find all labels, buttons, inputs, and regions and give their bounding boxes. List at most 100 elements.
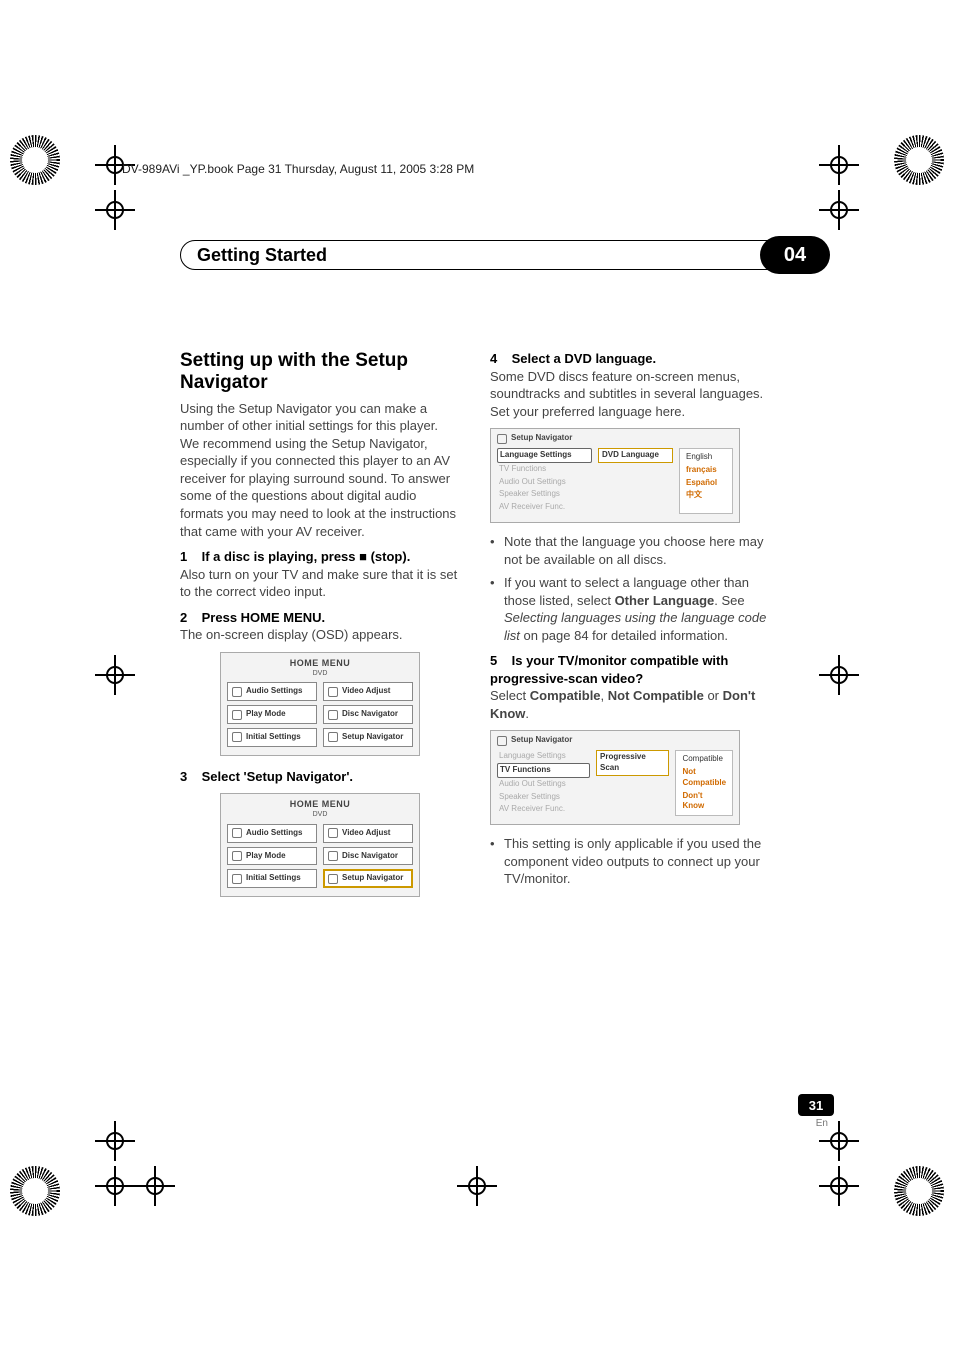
home-menu-subtitle: DVD [227, 669, 413, 678]
home-menu-title: HOME MENU [227, 657, 413, 669]
option-chinese: 中文 [684, 489, 728, 502]
home-menu-title: HOME MENU [227, 798, 413, 810]
option-compatible: Compatible [680, 753, 728, 766]
nav-mid: DVD Language [598, 448, 673, 514]
compass-icon [328, 732, 338, 742]
option-dont-know: Don't Know [680, 790, 728, 814]
play-icon [232, 710, 242, 720]
option-espanol: Español [684, 477, 728, 490]
menu-item-video-adjust: Video Adjust [323, 824, 413, 843]
crosshair-mark [819, 655, 859, 695]
monitor-icon [328, 687, 338, 697]
menu-item-audio-settings: Audio Settings [227, 682, 317, 701]
step-title: Select a DVD language. [512, 351, 657, 366]
nav-right-options: English français Español 中文 [679, 448, 733, 514]
menu-item-initial-settings: Initial Settings [227, 869, 317, 888]
gear-icon [232, 732, 242, 742]
menu-item-audio-settings: Audio Settings [227, 824, 317, 843]
registration-mark [0, 1156, 70, 1226]
step-title: Is your TV/monitor compatible with progr… [490, 653, 728, 686]
step-4: 4 Select a DVD language. [490, 350, 770, 368]
right-column: 4 Select a DVD language. Some DVD discs … [490, 350, 770, 888]
home-menu-screenshot: HOME MENU DVD Audio Settings Video Adjus… [220, 652, 420, 756]
crosshair-mark [819, 145, 859, 185]
nav-item-tv-functions: TV Functions [497, 463, 592, 476]
play-icon [232, 851, 242, 861]
crosshair-mark [95, 1166, 135, 1206]
dvd-language-chip: DVD Language [598, 448, 673, 463]
step-number: 4 [490, 350, 508, 368]
step-number: 2 [180, 609, 198, 627]
nav-item-tv-functions: TV Functions [497, 763, 590, 778]
compass-icon [328, 874, 338, 884]
progressive-scan-chip: Progressive Scan [596, 750, 669, 776]
nav-item-audio-out-settings: Audio Out Settings [497, 476, 592, 489]
panel-title: Setup Navigator [511, 735, 572, 746]
nav-item-audio-out-settings: Audio Out Settings [497, 778, 590, 791]
print-header: DV-989AVi _YP.book Page 31 Thursday, Aug… [122, 162, 474, 176]
disc-icon [328, 710, 338, 720]
registration-mark [884, 125, 954, 195]
step-2-body: The on-screen display (OSD) appears. [180, 626, 460, 644]
monitor-icon [328, 828, 338, 838]
crosshair-mark [457, 1166, 497, 1206]
disc-icon [328, 851, 338, 861]
step-4-body: Some DVD discs feature on-screen menus, … [490, 368, 770, 421]
speaker-icon [232, 828, 242, 838]
bullet-note-2: • If you want to select a language other… [490, 574, 770, 644]
home-menu-subtitle: DVD [227, 810, 413, 819]
setup-navigator-progressive-panel: Setup Navigator Language Settings TV Fun… [490, 730, 740, 825]
compass-icon [497, 434, 507, 444]
nav-item-speaker-settings: Speaker Settings [497, 488, 592, 501]
registration-mark [0, 125, 70, 195]
gear-icon [232, 874, 242, 884]
step-2: 2 Press HOME MENU. [180, 609, 460, 627]
chapter-bar: Getting Started [180, 240, 790, 270]
bullet-note-1: •Note that the language you choose here … [490, 533, 770, 568]
chapter-title: Getting Started [197, 245, 327, 266]
step-5: 5 Is your TV/monitor compatible with pro… [490, 652, 770, 687]
chapter-number-pill: 04 [760, 236, 830, 274]
option-francais: français [684, 464, 728, 477]
step-1: 1 If a disc is playing, press ■ (stop). [180, 548, 460, 566]
intro-paragraph: Using the Setup Navigator you can make a… [180, 400, 460, 540]
home-menu-screenshot-selected: HOME MENU DVD Audio Settings Video Adjus… [220, 793, 420, 897]
crosshair-mark [819, 190, 859, 230]
step-number: 1 [180, 548, 198, 566]
step-5-body: Select Compatible, Not Compatible or Don… [490, 687, 770, 722]
registration-mark [884, 1156, 954, 1226]
menu-item-video-adjust: Video Adjust [323, 682, 413, 701]
left-column: Setting up with the Setup Navigator Usin… [180, 350, 460, 909]
nav-item-av-receiver-func: AV Receiver Func. [497, 803, 590, 816]
step-title: If a disc is playing, press ■ (stop). [202, 549, 411, 564]
crosshair-mark [95, 1121, 135, 1161]
crosshair-mark [135, 1166, 175, 1206]
menu-item-play-mode: Play Mode [227, 847, 317, 866]
menu-item-disc-navigator: Disc Navigator [323, 847, 413, 866]
nav-left-list: Language Settings TV Functions Audio Out… [497, 750, 590, 816]
nav-mid: Progressive Scan [596, 750, 669, 816]
step-number: 3 [180, 768, 198, 786]
bullet-note-3: •This setting is only applicable if you … [490, 835, 770, 888]
speaker-icon [232, 687, 242, 697]
nav-item-av-receiver-func: AV Receiver Func. [497, 501, 592, 514]
page-language: En [816, 1118, 828, 1129]
menu-item-initial-settings: Initial Settings [227, 728, 317, 747]
option-english: English [684, 451, 728, 464]
menu-item-disc-navigator: Disc Navigator [323, 705, 413, 724]
nav-item-language-settings: Language Settings [497, 750, 590, 763]
section-heading: Setting up with the Setup Navigator [180, 350, 460, 394]
menu-item-play-mode: Play Mode [227, 705, 317, 724]
page-number: 31 [798, 1094, 834, 1116]
nav-item-speaker-settings: Speaker Settings [497, 791, 590, 804]
setup-navigator-language-panel: Setup Navigator Language Settings TV Fun… [490, 428, 740, 523]
step-number: 5 [490, 652, 508, 670]
step-1-body: Also turn on your TV and make sure that … [180, 566, 460, 601]
step-title: Press HOME MENU. [202, 610, 326, 625]
compass-icon [497, 736, 507, 746]
menu-item-setup-navigator-selected: Setup Navigator [323, 869, 413, 888]
step-3: 3 Select 'Setup Navigator'. [180, 768, 460, 786]
crosshair-mark [95, 190, 135, 230]
menu-item-setup-navigator: Setup Navigator [323, 728, 413, 747]
step-title: Select 'Setup Navigator'. [202, 769, 353, 784]
